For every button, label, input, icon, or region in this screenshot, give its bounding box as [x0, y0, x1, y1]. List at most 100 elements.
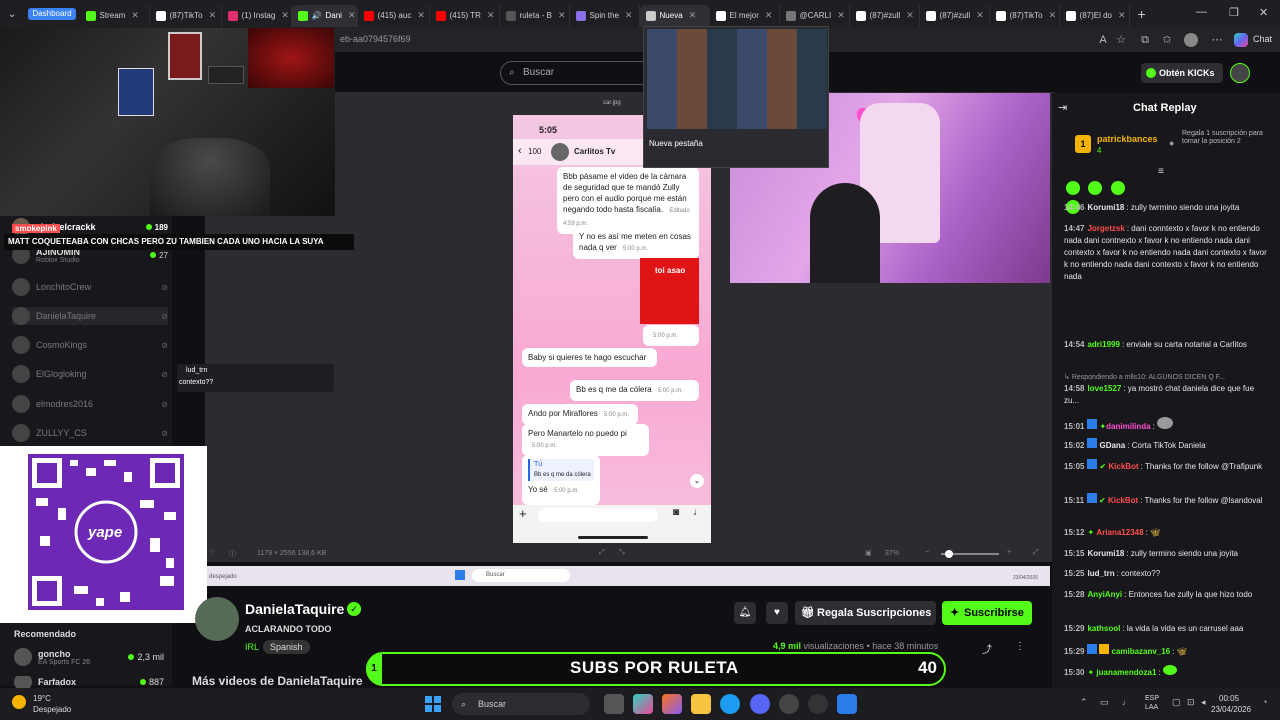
- file-explorer-icon[interactable]: [691, 694, 711, 714]
- obs-icon[interactable]: [808, 694, 828, 714]
- profile-avatar[interactable]: [1184, 33, 1198, 47]
- expand-icon[interactable]: ⤢: [1033, 549, 1039, 557]
- kick-topright-avatar[interactable]: [1230, 63, 1250, 83]
- start-button[interactable]: [425, 696, 441, 712]
- tab-list-chevron-icon[interactable]: ⌄: [0, 9, 24, 20]
- close-icon[interactable]: ✕: [348, 10, 356, 21]
- new-tab-plus-icon[interactable]: +: [1130, 6, 1154, 22]
- office-app-icon[interactable]: [662, 694, 682, 714]
- zoom-slider-thumb[interactable]: [945, 550, 953, 558]
- extensions-icon[interactable]: ⧉: [1138, 33, 1152, 47]
- taskbar-search[interactable]: ⌕ Buscar: [452, 693, 590, 715]
- tab-dashboard[interactable]: Dashboard: [28, 8, 76, 20]
- heart-outline-icon[interactable]: ♡: [209, 549, 215, 557]
- close-icon[interactable]: ✕: [765, 10, 773, 21]
- tab[interactable]: (415) TR ✕: [430, 4, 500, 27]
- info-icon[interactable]: ⓘ: [229, 549, 236, 559]
- address-bar-url[interactable]: eb-aa0794576f69: [340, 34, 411, 44]
- zoom-slider[interactable]: [941, 550, 999, 558]
- close-icon[interactable]: ✕: [281, 10, 289, 21]
- network-icon[interactable]: ⊡: [1187, 697, 1195, 708]
- mic-icon[interactable]: ♩: [1122, 697, 1131, 707]
- language-tag[interactable]: Spanish: [263, 640, 310, 654]
- tab[interactable]: ruleta - B ✕: [500, 4, 570, 27]
- sidebar-channel[interactable]: ElGlogloking ⊘: [12, 365, 168, 383]
- app-icon[interactable]: [837, 694, 857, 714]
- fit-icon[interactable]: ⤢: [599, 549, 605, 557]
- get-kicks-button[interactable]: Obtén KICKs: [1141, 63, 1223, 83]
- weather-icon[interactable]: [12, 695, 26, 709]
- channel-avatar[interactable]: [195, 597, 239, 641]
- gift-subscriptions-button[interactable]: 🎁︎ Regala Suscripciones: [795, 601, 936, 625]
- tab[interactable]: (415) auc ✕: [358, 4, 430, 27]
- tab[interactable]: (87)TikTo ✕: [990, 4, 1060, 27]
- copilot-icon[interactable]: [1234, 33, 1248, 47]
- tab[interactable]: (87)#zull ✕: [850, 4, 920, 27]
- close-icon[interactable]: ✕: [1118, 10, 1126, 21]
- collapse-chat-icon[interactable]: ⇥: [1058, 101, 1067, 114]
- fullscreen-icon[interactable]: ⤡: [619, 549, 625, 557]
- close-icon[interactable]: ✕: [689, 10, 697, 21]
- close-icon[interactable]: ✕: [837, 10, 845, 21]
- copilot-label[interactable]: Chat: [1253, 34, 1272, 44]
- share-icon[interactable]: ⤴: [982, 641, 992, 656]
- close-icon[interactable]: ✕: [558, 10, 566, 21]
- tab[interactable]: (1) Instag ✕: [222, 4, 292, 27]
- close-icon[interactable]: ✕: [487, 10, 495, 21]
- edge-browser-icon[interactable]: [720, 694, 740, 714]
- sidebar-channel[interactable]: CosmoKings ⊘: [12, 336, 168, 354]
- channel-name[interactable]: DanielaTaquire: [245, 601, 344, 617]
- gifter-name[interactable]: patrickbances: [1097, 134, 1158, 144]
- follow-heart-button[interactable]: ♥: [766, 602, 788, 624]
- more-options-icon[interactable]: ⋮: [1015, 641, 1025, 652]
- weather-desc[interactable]: Despejado: [33, 705, 71, 714]
- close-icon[interactable]: ✕: [209, 10, 217, 21]
- close-icon[interactable]: ✕: [131, 10, 139, 21]
- usb-icon[interactable]: ▭: [1100, 697, 1109, 708]
- read-aloud-icon[interactable]: A: [1096, 33, 1110, 47]
- clock-time[interactable]: 00:05: [1219, 694, 1239, 703]
- tab[interactable]: El mejor ✕: [710, 4, 780, 27]
- zoom-out-icon[interactable]: −: [925, 549, 929, 556]
- recommended-channel[interactable]: Farfadox 887: [14, 676, 164, 688]
- search-input[interactable]: ⌕ Buscar: [500, 61, 660, 85]
- tab[interactable]: (87)El do ✕: [1060, 4, 1130, 27]
- xbox-icon[interactable]: [779, 694, 799, 714]
- minimize-icon[interactable]: —: [1196, 6, 1207, 18]
- window-close-icon[interactable]: ✕: [1259, 6, 1268, 19]
- task-view-icon[interactable]: [604, 694, 624, 714]
- weather-temp[interactable]: 19°C: [33, 694, 51, 703]
- close-icon[interactable]: ✕: [417, 10, 425, 21]
- discord-icon[interactable]: [750, 694, 770, 714]
- favorite-star-icon[interactable]: ☆: [1114, 33, 1128, 47]
- more-menu-icon[interactable]: ⋯: [1210, 33, 1224, 47]
- recommended-channel[interactable]: goncho EA Sports FC 26 2,3 mil: [14, 648, 164, 666]
- tab[interactable]: (87)#zull ✕: [920, 4, 990, 27]
- sidebar-channel[interactable]: DanielaTaquire ⊘: [12, 307, 168, 325]
- monitor-icon[interactable]: ▢: [1172, 697, 1181, 708]
- volume-icon[interactable]: ◂: [1201, 697, 1206, 708]
- scroll-down-icon[interactable]: ⌄: [690, 474, 704, 488]
- view-icon[interactable]: ▣: [865, 549, 872, 557]
- close-icon[interactable]: ✕: [906, 10, 914, 21]
- tray-chevron-icon[interactable]: ⌃: [1080, 697, 1088, 708]
- notifications-icon[interactable]: ◔: [1262, 697, 1267, 707]
- notification-bell-button[interactable]: 🔔︎: [734, 602, 756, 624]
- copilot-app-icon[interactable]: [633, 694, 653, 714]
- restore-icon[interactable]: ❐: [1229, 6, 1239, 19]
- sidebar-channel[interactable]: ZULLYY_CS ⊘: [12, 424, 168, 442]
- filter-icon[interactable]: ≡: [1158, 166, 1164, 177]
- subscribe-button[interactable]: ✦ Suscribirse: [942, 601, 1032, 625]
- tab[interactable]: Stream ✕: [80, 4, 150, 27]
- tab[interactable]: (87)TikTo ✕: [150, 4, 222, 27]
- close-icon[interactable]: ✕: [976, 10, 984, 21]
- tab-active[interactable]: 🔊 Dani ✕: [291, 4, 358, 27]
- close-icon[interactable]: ✕: [1049, 10, 1057, 21]
- favorites-icon[interactable]: ✩: [1160, 33, 1174, 47]
- language-indicator[interactable]: ESP LAA: [1145, 694, 1159, 712]
- sidebar-channel[interactable]: elmodres2016 ⊘: [12, 395, 168, 413]
- tab-hovered[interactable]: Nueva ✕: [639, 4, 710, 27]
- close-icon[interactable]: ✕: [625, 10, 633, 21]
- category-link[interactable]: IRL: [245, 642, 259, 652]
- tab[interactable]: Spin the ✕: [570, 4, 640, 27]
